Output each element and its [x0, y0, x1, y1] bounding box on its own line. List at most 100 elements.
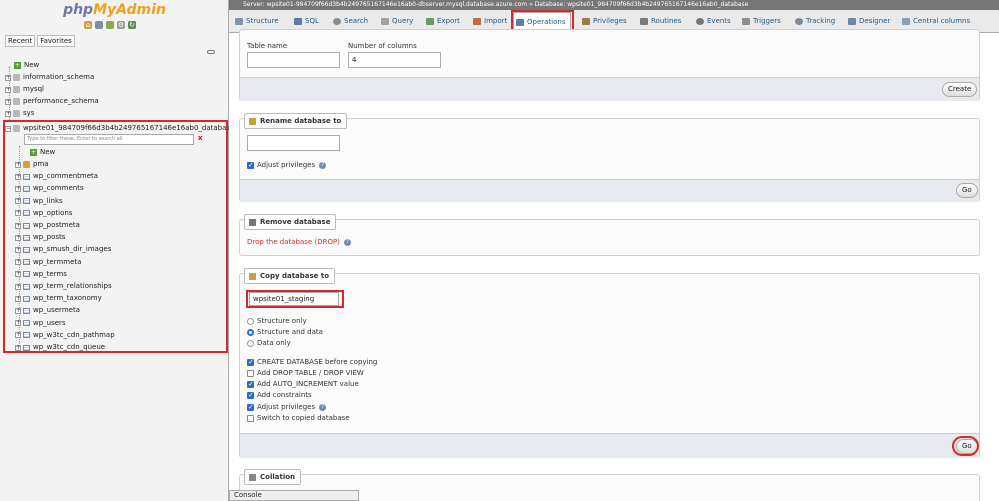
docs-icon[interactable] [106, 21, 114, 29]
help-icon[interactable]: ? [319, 161, 327, 169]
rename-legend: Rename database to [244, 113, 348, 129]
tree-table-wp-users[interactable]: + wp_users [15, 318, 66, 329]
console-bar[interactable]: Console [229, 490, 359, 501]
breadcrumb-database[interactable]: Database: wpsite01_984709f66d3b4b2497651… [535, 1, 749, 8]
table-icon [23, 173, 30, 180]
expand-icon[interactable]: + [15, 295, 21, 302]
tree-table-wp-term-relationships[interactable]: + wp_term_relationships [15, 281, 112, 292]
expand-icon[interactable]: + [15, 259, 21, 266]
tree-table-wp-term-taxonomy[interactable]: + wp_term_taxonomy [15, 293, 102, 304]
table-icon [23, 222, 30, 229]
rename-database-input[interactable] [247, 135, 340, 151]
link-with-main-icon[interactable] [207, 50, 215, 54]
database-icon [13, 86, 20, 93]
table-icon [23, 210, 30, 217]
expand-icon[interactable]: + [15, 222, 21, 229]
tree-new-table[interactable]: + New [30, 147, 55, 158]
expand-icon[interactable]: + [15, 161, 21, 168]
expand-icon[interactable]: + [5, 74, 11, 81]
settings-icon[interactable]: ⚙ [117, 21, 125, 29]
rename-adjust-privileges-checkbox[interactable] [247, 161, 254, 169]
tree-db-active[interactable]: − wpsite01_984709f66d3b4b249765167146e16a… [5, 123, 234, 134]
copy-go-button[interactable]: Go [956, 439, 978, 454]
table-icon [23, 185, 30, 192]
drop-database-link[interactable]: Drop the database (DROP)? [247, 238, 351, 246]
tree-table-wp-w3tc-cdn-pathmap[interactable]: + wp_w3tc_cdn_pathmap [15, 330, 115, 341]
collapse-icon[interactable]: − [5, 125, 11, 132]
checkbox-add-constraints[interactable] [247, 391, 254, 399]
radio-structure-and-data[interactable] [247, 329, 254, 336]
tree-new-database[interactable]: + New [14, 60, 39, 71]
table-icon [23, 283, 30, 290]
table-icon [23, 320, 30, 327]
tree-table-wp-options[interactable]: + wp_options [15, 208, 72, 219]
copy-database-input[interactable]: wpsite01_staging [249, 292, 339, 306]
table-icon [23, 246, 30, 253]
nav-tab-favorites[interactable]: Favorites [37, 35, 75, 47]
tree-table-wp-links[interactable]: + wp_links [15, 196, 63, 207]
copy-footer: Go [240, 433, 979, 458]
expand-icon[interactable]: + [15, 344, 21, 351]
tree-db-sys[interactable]: + sys [5, 108, 34, 119]
create-button[interactable]: Create [942, 82, 978, 97]
checkbox-auto-increment[interactable] [247, 380, 254, 388]
expand-icon[interactable]: + [5, 98, 11, 105]
expand-icon[interactable]: + [5, 110, 11, 117]
expand-icon[interactable]: + [15, 198, 21, 205]
phpmyadmin-logo[interactable]: phpMyAdmin [0, 2, 229, 18]
expand-icon[interactable]: + [15, 332, 21, 339]
tree-table-wp-comments[interactable]: + wp_comments [15, 183, 84, 194]
radio-structure-only[interactable] [247, 318, 254, 325]
clear-filter-icon[interactable]: x [198, 134, 203, 142]
remove-database-panel: Remove database Drop the database (DROP)… [239, 214, 980, 256]
table-icon [23, 259, 30, 266]
table-filter-input[interactable]: Type to filter these, Enter to search al… [24, 134, 194, 145]
tree-table-wp-commentmeta[interactable]: + wp_commentmeta [15, 171, 98, 182]
help-icon[interactable]: ? [319, 403, 327, 411]
tree-table-wp-termmeta[interactable]: + wp_termmeta [15, 257, 81, 268]
expand-icon[interactable]: + [5, 86, 11, 93]
column-count-input[interactable]: 4 [348, 52, 441, 68]
tree-table-wp-terms[interactable]: + wp_terms [15, 269, 67, 280]
triggers-icon [742, 18, 750, 25]
tree-table-wp-usermeta[interactable]: + wp_usermeta [15, 305, 80, 316]
tree-table-wp-postmeta[interactable]: + wp_postmeta [15, 220, 80, 231]
nav-tab-recent[interactable]: Recent [5, 35, 36, 47]
nav-toolbar: ⌂ ⚙ ↻ [84, 21, 136, 29]
expand-icon[interactable]: + [15, 185, 21, 192]
expand-icon[interactable]: + [15, 271, 21, 278]
sql-icon [294, 18, 302, 25]
import-icon [473, 18, 481, 25]
rename-go-button[interactable]: Go [956, 183, 978, 198]
expand-icon[interactable]: + [15, 246, 21, 253]
structure-icon [235, 18, 243, 25]
home-icon[interactable]: ⌂ [84, 21, 92, 29]
table-name-input[interactable] [247, 52, 340, 68]
tree-table-wp-w3tc-cdn-queue[interactable]: + wp_w3tc_cdn_queue [15, 342, 105, 353]
reload-icon[interactable]: ↻ [128, 21, 136, 29]
tree-table-wp-smush-dir-images[interactable]: + wp_smush_dir_images [15, 244, 111, 255]
help-icon[interactable]: ? [343, 238, 351, 246]
tree-table-wp-posts[interactable]: + wp_posts [15, 232, 65, 243]
checkbox-add-drop-table[interactable] [247, 370, 254, 377]
checkbox-adjust-privileges[interactable] [247, 403, 254, 411]
sql-query-icon[interactable] [95, 21, 103, 29]
tree-db-mysql[interactable]: + mysql [5, 84, 44, 95]
breadcrumb-sep: » [529, 1, 533, 8]
expand-icon[interactable]: + [15, 173, 21, 180]
checkbox-create-database[interactable] [247, 358, 254, 366]
tree-db-performance-schema[interactable]: + performance_schema [5, 96, 99, 107]
expand-icon[interactable]: + [15, 283, 21, 290]
expand-icon[interactable]: + [15, 307, 21, 314]
checkbox-switch-to-copied[interactable] [247, 415, 254, 422]
expand-icon[interactable]: + [15, 234, 21, 241]
tree-table-pma[interactable]: + pma [15, 159, 49, 170]
checkbox-create-database-label: CREATE DATABASE before copying [257, 358, 378, 366]
expand-icon[interactable]: + [15, 320, 21, 327]
tree-db-information-schema[interactable]: + information_schema [5, 72, 94, 83]
rename-database-panel: Rename database to Adjust privileges? Go [239, 113, 980, 202]
breadcrumb-server[interactable]: Server: wpsite01-984709f66d3b4b249765167… [243, 1, 527, 8]
radio-data-only[interactable] [247, 340, 254, 347]
checkbox-auto-increment-label: Add AUTO_INCREMENT value [257, 380, 359, 388]
expand-icon[interactable]: + [15, 210, 21, 217]
